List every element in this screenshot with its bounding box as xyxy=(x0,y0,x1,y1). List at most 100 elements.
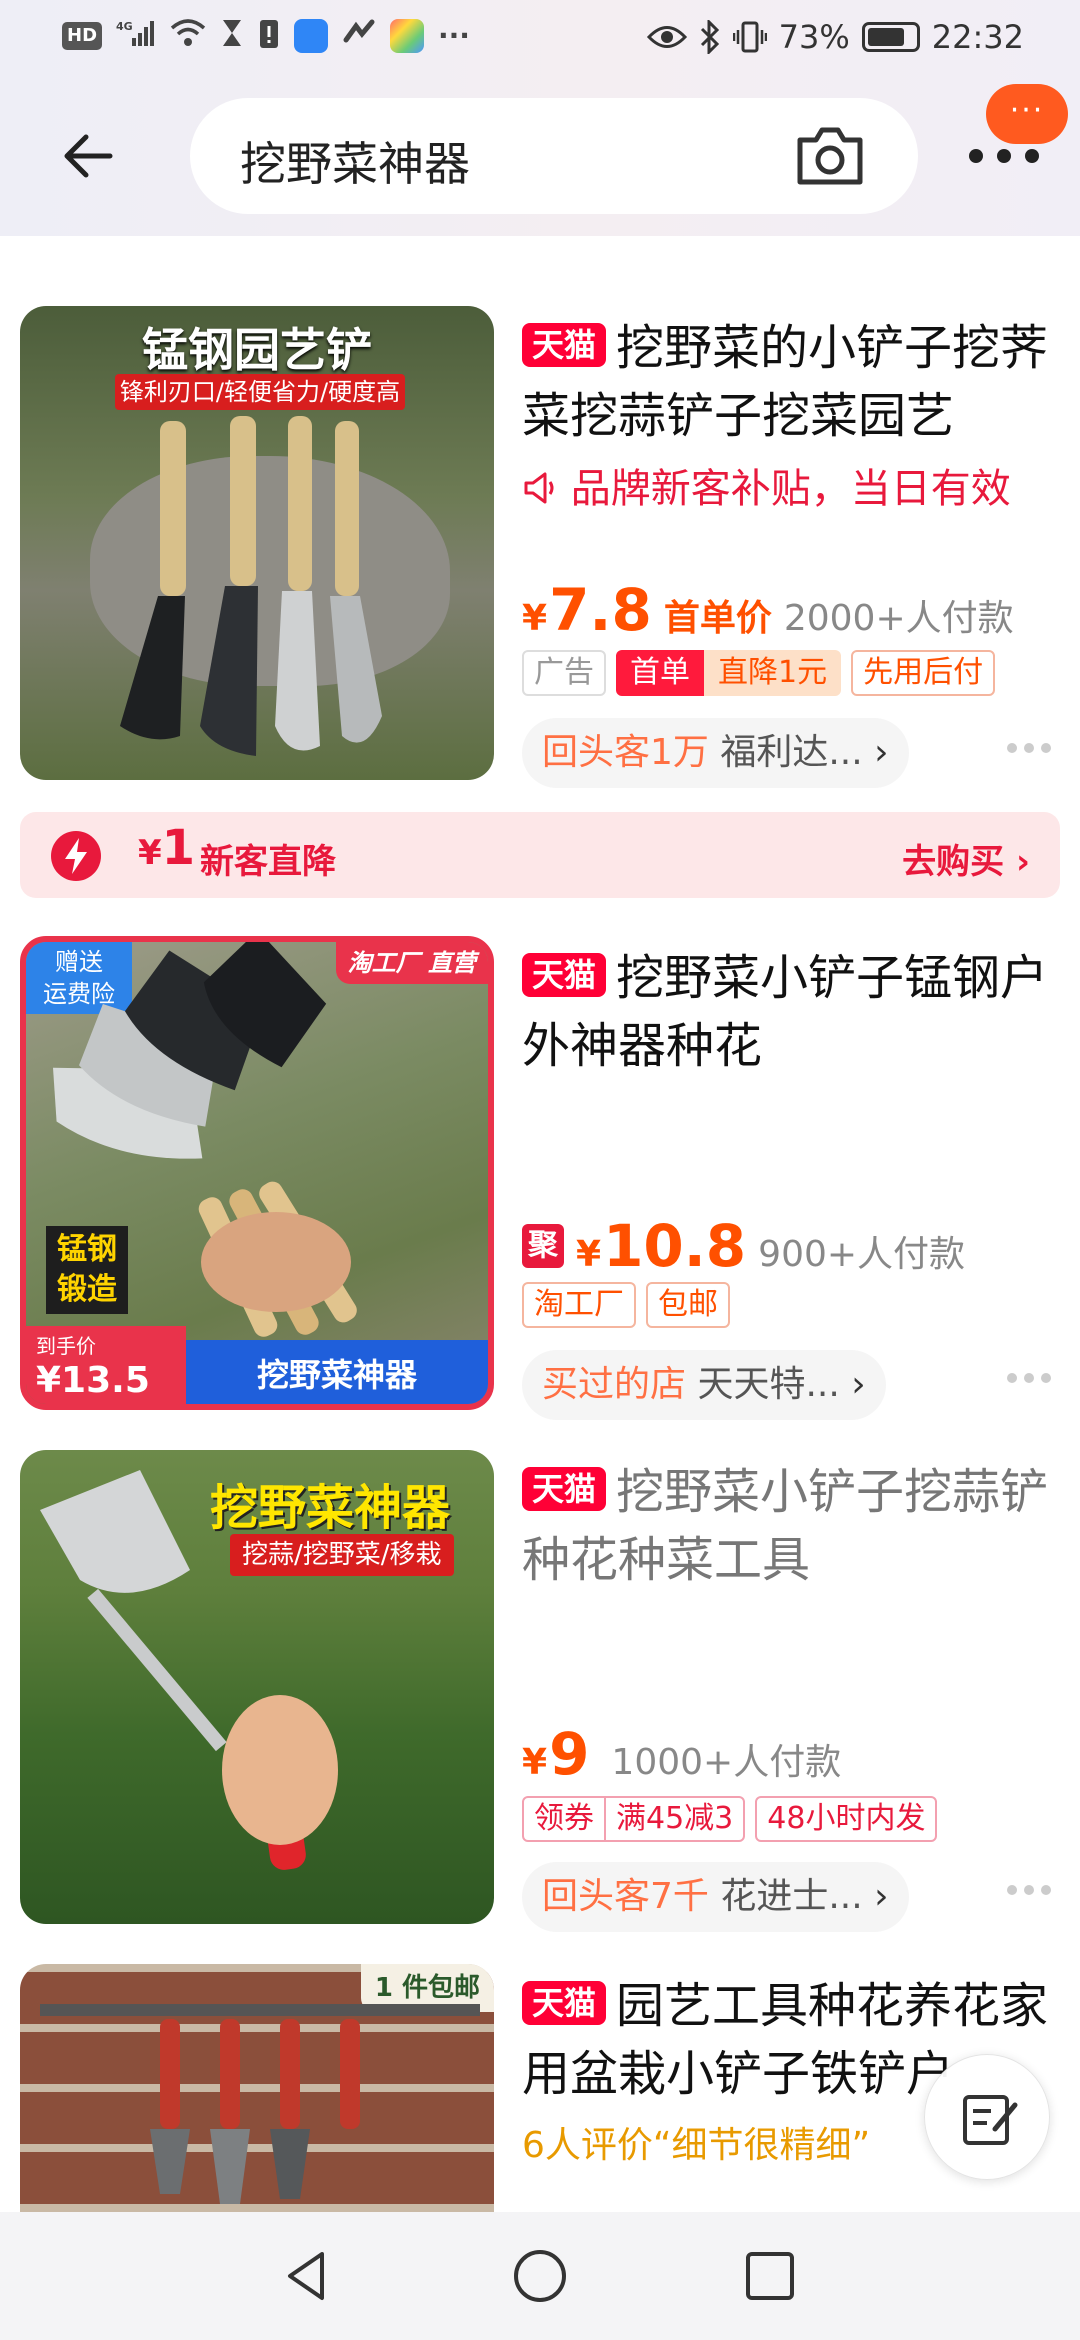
shop-row-3[interactable]: 回头客7千 花进士... › xyxy=(522,1862,909,1932)
product-image-3[interactable]: 挖野菜神器 挖蒜/挖野菜/移栽 xyxy=(20,1450,494,1924)
wifi-icon xyxy=(170,18,206,54)
product-info-1: 天猫 挖野菜的小铲子挖荠菜挖蒜铲子挖菜园艺 品牌新客补贴，当日有效 ¥ 7.8 首… xyxy=(522,314,1052,788)
tag-row-3: 领券 满45减3 48小时内发 xyxy=(522,1796,938,1842)
coupon-tag[interactable]: 领券 满45减3 xyxy=(522,1796,746,1842)
shovel-in-hand-illustration xyxy=(40,1470,338,1870)
tag-row-2: 淘工厂 包邮 xyxy=(522,1282,730,1328)
promo-line: 品牌新客补贴，当日有效 xyxy=(522,456,1052,514)
product-title-3[interactable]: 天猫 挖野菜小铲子挖蒜铲种花种菜工具 xyxy=(522,1458,1052,1594)
message-bubble[interactable]: ··· xyxy=(986,84,1068,144)
network-type: 4G xyxy=(116,20,133,33)
system-nav-bar xyxy=(0,2212,1080,2340)
steel-line-2: 锻造 xyxy=(57,1272,117,1307)
sold-count: 900+人付款 xyxy=(758,1234,966,1275)
hd-icon: HD xyxy=(62,22,103,50)
currency-symbol: ¥ xyxy=(522,598,548,639)
factory-tag: 淘工厂 xyxy=(522,1282,636,1328)
product-card-2[interactable]: 赠送 运费险 淘工厂 直营 锰钢 锻造 到手价 ¥13.5起 挖野菜神器 天猫挖… xyxy=(0,936,1080,1420)
product-info-2: 天猫 挖野菜小铲子锰钢户外神器种花 聚 ¥ 10.8 900+人付款 淘工厂 包邮… xyxy=(522,944,1052,1420)
shop-hint: 回头客7千 xyxy=(542,1876,709,1917)
more-options-icon[interactable] xyxy=(1006,1372,1052,1384)
shield-app-icon xyxy=(294,19,329,53)
nav-back-icon[interactable] xyxy=(278,2246,338,2306)
colorful-app-icon xyxy=(390,19,425,53)
camera-search-button[interactable] xyxy=(794,124,866,188)
tools-illustration xyxy=(40,2004,480,2204)
more-options-icon[interactable] xyxy=(1006,742,1052,754)
battery-icon xyxy=(861,22,920,52)
search-input[interactable]: 挖野菜神器 xyxy=(240,128,470,194)
ju-badge: 聚 xyxy=(522,1224,564,1268)
image-bottom-title: 挖野菜神器 xyxy=(186,1340,488,1404)
banner-label: 新客直降 xyxy=(200,842,336,882)
currency-symbol: ¥ xyxy=(522,1742,548,1783)
more-menu-button[interactable] xyxy=(966,146,1066,166)
tmall-badge: 天猫 xyxy=(522,953,607,997)
chevron-right-icon: › xyxy=(851,1364,866,1405)
product-title-1[interactable]: 天猫 挖野菜的小铲子挖荠菜挖蒜铲子挖菜园艺 xyxy=(522,314,1052,450)
price-drop-label: 直降1元 xyxy=(704,650,842,696)
currency-symbol: ¥ xyxy=(576,1234,602,1275)
hourglass-icon xyxy=(220,18,244,54)
banner-currency: ¥ xyxy=(138,833,162,873)
chevron-right-icon: › xyxy=(874,732,889,773)
bluetooth-icon xyxy=(700,20,719,54)
tag-row-1: 广告 首单 直降1元 先用后付 xyxy=(522,650,996,696)
more-dots-icon xyxy=(969,149,1039,163)
megaphone-icon xyxy=(524,472,554,504)
pay-later-tag: 先用后付 xyxy=(851,650,996,696)
status-right-icons: 73% 22:32 xyxy=(646,18,1024,56)
battery-percent: 73% xyxy=(778,18,850,56)
free-shipping-tag: 包邮 xyxy=(646,1282,730,1328)
product-image-2[interactable]: 赠送 运费险 淘工厂 直营 锰钢 锻造 到手价 ¥13.5起 挖野菜神器 xyxy=(20,936,494,1410)
shop-hint: 回头客1万 xyxy=(542,732,709,773)
price-row-1: ¥ 7.8 首单价 2000+人付款 xyxy=(522,576,1014,644)
status-left-icons: HD 4G ··· xyxy=(62,18,470,54)
search-bar[interactable]: 挖野菜神器 xyxy=(190,98,918,214)
shop-hint: 买过的店 xyxy=(542,1364,687,1405)
feedback-float-button[interactable] xyxy=(924,2054,1050,2180)
product-title-2[interactable]: 天猫 挖野菜小铲子锰钢户外神器种花 xyxy=(522,944,1052,1080)
shop-row-2[interactable]: 买过的店 天天特... › xyxy=(522,1350,886,1420)
hand-price-label: 到手价 xyxy=(36,1334,96,1358)
shop-name: 福利达... xyxy=(720,732,863,773)
nav-home-icon[interactable] xyxy=(510,2246,570,2306)
signal-icon: 4G xyxy=(116,18,156,54)
steel-line-1: 锰钢 xyxy=(57,1232,117,1267)
edit-note-icon xyxy=(963,2095,1018,2145)
tmall-badge: 天猫 xyxy=(522,1467,607,1511)
shop-row-1[interactable]: 回头客1万 福利达... › xyxy=(522,718,909,788)
sold-count: 1000+人付款 xyxy=(611,1742,842,1783)
trowels-illustration xyxy=(120,416,382,756)
camera-icon xyxy=(797,127,863,185)
more-options-icon[interactable] xyxy=(1006,1884,1052,1896)
status-bar: HD 4G ··· 73% 22:32 xyxy=(0,0,1080,76)
price-row-3: ¥ 9 1000+人付款 xyxy=(522,1720,841,1788)
product-card-4[interactable]: 1 件包邮 天猫 园艺工具种花养花家用盆栽小铲子铁铲户 6人评价“细节很精细” xyxy=(0,1964,1080,2212)
product-card-3[interactable]: 挖野菜神器 挖蒜/挖野菜/移栽 天猫 挖野菜小铲子挖蒜铲种花种菜工具 ¥ 9 10… xyxy=(0,1450,1080,1932)
buy-now-link[interactable]: 去购买 › xyxy=(902,834,1030,883)
product-info-3: 天猫 挖野菜小铲子挖蒜铲种花种菜工具 ¥ 9 1000+人付款 领券 满45减3 … xyxy=(522,1458,1052,1932)
price-value: 10.8 xyxy=(603,1212,747,1280)
tmall-badge: 天猫 xyxy=(522,323,607,367)
price-value: 7.8 xyxy=(549,576,652,644)
arrow-left-icon xyxy=(64,134,113,178)
link-app-icon xyxy=(342,18,376,54)
shop-name: 天天特... xyxy=(697,1364,840,1405)
product-image-1[interactable]: 锰钢园艺铲 锋利刃口/轻便省力/硬度高 xyxy=(20,306,494,780)
product-card-1[interactable]: 锰钢园艺铲 锋利刃口/轻便省力/硬度高 天猫 挖野菜的小铲子挖荠菜挖蒜铲子挖菜园艺… xyxy=(0,306,1080,788)
hand-price-box: 到手价 ¥13.5起 xyxy=(26,1326,186,1404)
hand-price-value: ¥13.5起 xyxy=(36,1360,150,1401)
banner-amount: 1 xyxy=(161,820,196,876)
nav-recents-icon[interactable] xyxy=(740,2246,800,2306)
eye-icon xyxy=(646,26,687,48)
tmall-badge: 天猫 xyxy=(522,1981,607,2025)
price-value: 9 xyxy=(549,1720,590,1788)
product-image-4[interactable]: 1 件包邮 xyxy=(20,1964,494,2212)
promo-text: 品牌新客补贴，当日有效 xyxy=(570,466,1011,512)
new-customer-banner[interactable]: ¥1 新客直降 去购买 › xyxy=(20,812,1060,898)
chevron-right-icon: › xyxy=(874,1876,889,1917)
sim-warning-icon xyxy=(258,18,280,54)
more-notifications-icon: ··· xyxy=(438,19,470,52)
back-button[interactable] xyxy=(58,124,122,188)
